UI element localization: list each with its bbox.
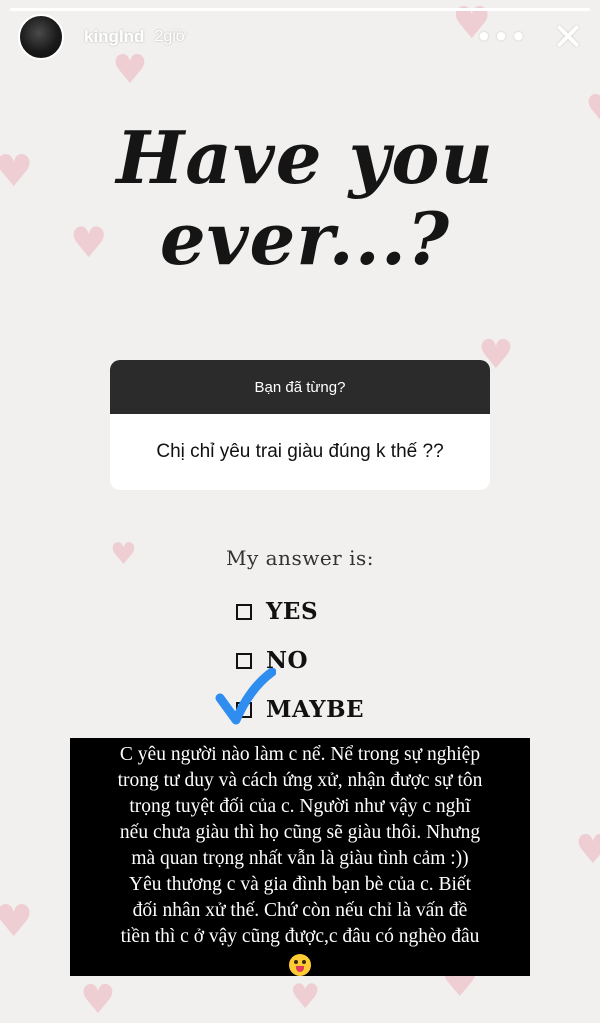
story-title: Have you ever...?: [70, 115, 540, 281]
story-timestamp: 2giờ: [154, 28, 187, 45]
story-header: kinglnd 2giờ ••• ✕: [18, 14, 584, 60]
checkbox-icon: [236, 603, 252, 620]
avatar[interactable]: [18, 14, 64, 60]
story-progress-fill: [10, 8, 590, 11]
username[interactable]: kinglnd: [84, 27, 144, 47]
answer-label: My answer is:: [226, 546, 374, 570]
heart-icon: ♥: [80, 977, 116, 1023]
answer-option-label: YES: [266, 598, 319, 625]
title-line-2: ever...?: [159, 195, 451, 281]
reply-text-box: C yêu người nào làm c nể. Nể trong sự ng…: [70, 738, 530, 976]
question-sticker-header: Bạn đã từng?: [110, 360, 490, 414]
answer-option-label: MAYBE: [266, 696, 365, 723]
winking-face-tongue-emoji: [289, 953, 311, 976]
checkbox-icon: [236, 652, 252, 669]
reply-text: C yêu người nào làm c nể. Nể trong sự ng…: [117, 744, 483, 947]
heart-icon: ♥: [290, 977, 321, 1017]
answer-option-yes: YES: [236, 598, 318, 625]
question-sticker-text: Chị chỉ yêu trai giàu đúng k thế ??: [110, 414, 490, 490]
more-options-icon[interactable]: •••: [476, 23, 528, 51]
heart-icon: ♥: [0, 896, 34, 947]
title-line-1: Have you: [116, 115, 494, 200]
heart-icon: ♥: [0, 146, 34, 197]
story-progress-bar: [10, 8, 590, 11]
question-sticker[interactable]: Bạn đã từng? Chị chỉ yêu trai giàu đúng …: [110, 360, 490, 490]
heart-icon: ♥: [575, 827, 600, 873]
checkmark-icon: [215, 668, 276, 725]
close-icon[interactable]: ✕: [552, 18, 584, 56]
heart-icon: ♥: [585, 90, 600, 130]
